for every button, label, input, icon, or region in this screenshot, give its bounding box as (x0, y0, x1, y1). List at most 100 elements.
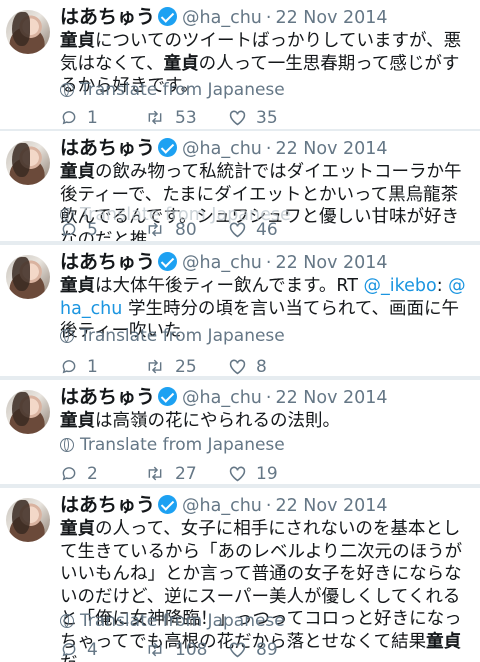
separator: · (265, 8, 272, 28)
tweet[interactable]: はあちゅう @ha_chu · 22 Nov 2014 童貞の飲み物って私統計ではダイエ… (0, 131, 480, 241)
tweet-actions: 5 80 46 (60, 220, 312, 240)
retweet-count: 53 (175, 108, 197, 128)
heart-icon (229, 642, 246, 658)
tweet-header: はあちゅう @ha_chu · 22 Nov 2014 (60, 133, 388, 163)
reply-button[interactable]: 5 (60, 220, 144, 240)
tweet[interactable]: はあちゅう @ha_chu · 22 Nov 2014 童貞は大体午後ティー飲んでます。… (0, 245, 480, 376)
like-button[interactable]: 19 (228, 464, 312, 484)
reply-button[interactable]: 1 (60, 357, 144, 376)
reply-icon (62, 223, 76, 237)
handle[interactable]: @ha_chu (182, 388, 262, 408)
retweet-button[interactable]: 25 (144, 357, 228, 376)
avatar[interactable] (6, 141, 50, 185)
tweet-actions: 2 27 19 (60, 464, 312, 484)
translate-label: Translate from Japanese (80, 80, 285, 100)
like-count: 8 (256, 357, 267, 376)
reply-count: 5 (87, 220, 98, 240)
retweet-count: 25 (175, 357, 197, 376)
like-button[interactable]: 46 (228, 220, 312, 240)
tweet[interactable]: はあちゅう @ha_chu · 22 Nov 2014 童貞は高嶺の花にやられるの法則。… (0, 380, 480, 484)
translate-label: Translate from Japanese (80, 435, 285, 455)
timestamp[interactable]: 22 Nov 2014 (275, 253, 387, 273)
tweet-header: はあちゅう @ha_chu · 22 Nov 2014 (60, 247, 388, 277)
retweet-button[interactable]: 80 (144, 220, 228, 240)
retweet-icon (148, 642, 162, 657)
verified-badge-icon (158, 252, 178, 271)
text-segment: : (436, 276, 449, 296)
hashtag-keyword: 童貞 (163, 53, 199, 74)
globe-icon (60, 438, 74, 452)
translate-link[interactable]: Translate from Japanese (60, 435, 285, 455)
reply-button[interactable]: 1 (60, 108, 144, 128)
display-name[interactable]: はあちゅう (60, 386, 155, 408)
reply-count: 1 (87, 108, 98, 128)
text-segment: は大体午後ティー飲んでます。RT (95, 276, 364, 296)
reply-button[interactable]: 4 (60, 640, 144, 660)
retweet-icon (148, 466, 162, 481)
globe-icon (60, 83, 74, 97)
avatar[interactable] (6, 390, 50, 434)
timestamp[interactable]: 22 Nov 2014 (275, 139, 387, 159)
reply-icon (62, 111, 76, 125)
tweet[interactable]: はあちゅう @ha_chu · 22 Nov 2014 童貞の人って、女子に相手にされな… (0, 488, 480, 662)
globe-icon (60, 329, 74, 343)
retweet-button[interactable]: 27 (144, 464, 228, 484)
like-button[interactable]: 8 (228, 357, 312, 376)
handle[interactable]: @ha_chu (182, 253, 262, 273)
avatar[interactable] (6, 498, 50, 542)
like-count: 19 (256, 464, 278, 484)
handle[interactable]: @ha_chu (182, 139, 262, 159)
tweet-actions: 1 25 8 (60, 357, 312, 376)
verified-badge-icon (158, 495, 178, 514)
translate-label: Translate from Japanese (80, 326, 285, 346)
display-name[interactable]: はあちゅう (60, 494, 155, 516)
text-segment: の人って、女子に相手にされないのを基本として生きているから「あのレベルより二次元… (60, 519, 463, 652)
retweet-button[interactable]: 108 (144, 640, 228, 660)
avatar[interactable] (6, 10, 50, 54)
tweet-actions: 1 53 35 (60, 108, 312, 128)
globe-icon (60, 614, 74, 628)
retweet-icon (148, 359, 162, 374)
timestamp[interactable]: 22 Nov 2014 (275, 496, 387, 516)
handle[interactable]: @ha_chu (182, 8, 262, 28)
like-button[interactable]: 35 (228, 108, 312, 128)
tweet-header: はあちゅう @ha_chu · 22 Nov 2014 (60, 382, 388, 412)
mention-link[interactable]: @_ikebo (363, 276, 436, 296)
reply-count: 1 (87, 357, 98, 376)
hashtag-keyword: 童貞 (60, 31, 95, 51)
avatar[interactable] (6, 255, 50, 299)
translate-label: Translate from Japanese (80, 611, 285, 631)
retweet-button[interactable]: 53 (144, 108, 228, 128)
retweet-icon (148, 222, 162, 237)
like-button[interactable]: 89 (228, 640, 312, 660)
like-count: 89 (256, 640, 278, 660)
tweet-header: はあちゅう @ha_chu · 22 Nov 2014 (60, 490, 388, 520)
like-count: 46 (256, 220, 278, 240)
tweet[interactable]: はあちゅう @ha_chu · 22 Nov 2014 童貞についてのツイートばっかりし… (0, 0, 480, 129)
retweet-count: 80 (175, 220, 197, 240)
hashtag-keyword: 童貞 (60, 519, 95, 539)
tweet-text: 童貞は高嶺の花にやられるの法則。 (60, 410, 474, 433)
separator: · (265, 388, 272, 408)
translate-link[interactable]: Translate from Japanese (60, 611, 285, 631)
display-name[interactable]: はあちゅう (60, 137, 155, 159)
separator: · (265, 253, 272, 273)
heart-icon (229, 359, 246, 375)
retweet-count: 27 (175, 464, 197, 484)
retweet-count: 108 (175, 640, 208, 660)
translate-link[interactable]: Translate from Japanese (60, 326, 285, 346)
reply-button[interactable]: 2 (60, 464, 144, 484)
timestamp[interactable]: 22 Nov 2014 (275, 388, 387, 408)
timestamp[interactable]: 22 Nov 2014 (275, 8, 387, 28)
like-count: 35 (256, 108, 278, 128)
handle[interactable]: @ha_chu (182, 496, 262, 516)
display-name[interactable]: はあちゅう (60, 6, 155, 28)
verified-badge-icon (158, 387, 178, 406)
hashtag-keyword: 童貞 (426, 631, 462, 652)
translate-link[interactable]: Translate from Japanese (60, 80, 285, 100)
heart-icon (229, 466, 246, 482)
verified-badge-icon (158, 7, 178, 26)
reply-count: 2 (87, 464, 98, 484)
hashtag-keyword: 童貞 (60, 411, 95, 431)
display-name[interactable]: はあちゅう (60, 251, 155, 273)
